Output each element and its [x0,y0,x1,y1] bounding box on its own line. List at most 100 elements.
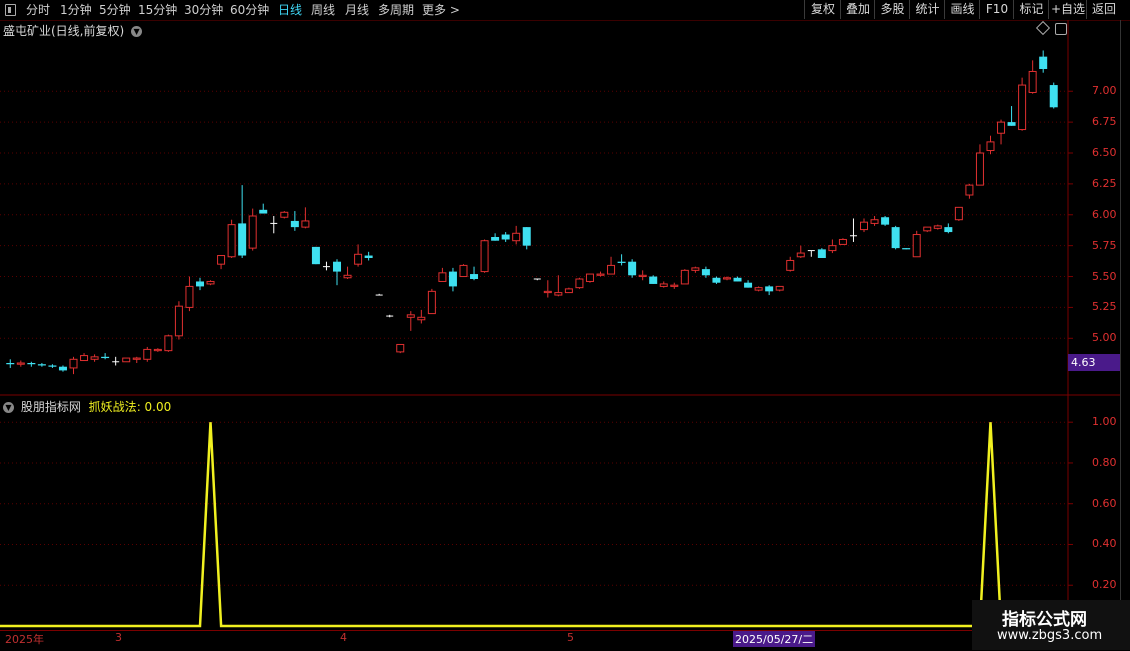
candle [417,309,426,324]
chart-title: 盛屯矿业(日线,前复权) ▼ [3,22,143,39]
candle [744,280,753,288]
candle-body-up [954,206,963,221]
price-tick-label: 6.00 [1092,207,1117,221]
candle [185,276,194,312]
back-button[interactable]: 返回 [1086,0,1121,19]
candle [90,354,99,362]
candle [733,276,742,282]
indicator-title: ▼ 股朋指标网 抓妖战法: 0.00 [3,398,171,415]
candle [164,334,173,352]
window-toggle-icon[interactable] [1055,23,1067,35]
panel-toggle-icon[interactable] [5,4,16,16]
stats-button[interactable]: 统计 [909,0,945,19]
indicator-collapse-icon[interactable]: ▼ [3,402,14,413]
tab-monthly[interactable]: 月线 [345,1,369,19]
current-price-badge: 4.63 [1068,354,1120,371]
candle [522,227,531,250]
date-label-april: 4 [340,631,347,644]
price-tick-label: 5.50 [1092,269,1117,283]
candle [965,183,974,199]
tab-60min[interactable]: 60分钟 [230,1,269,19]
tab-5min[interactable]: 5分钟 [99,1,131,19]
tab-1min[interactable]: 1分钟 [60,1,92,19]
candle [881,216,890,226]
candle-body-up [870,219,879,224]
candle-body-up [997,121,1006,134]
candle-body-down [491,237,500,241]
candle [564,287,573,294]
mark-button[interactable]: 标记 [1013,0,1049,19]
candle [6,359,15,368]
candle-body-up [1018,84,1027,131]
indicator-tick-label: 0.20 [1092,578,1117,592]
draw-line-button[interactable]: 画线 [944,0,980,19]
candle-body-up [680,269,689,285]
add-watchlist-button[interactable]: +自选 [1048,0,1087,19]
tab-multi-period[interactable]: 多周期 [378,1,414,19]
candle [101,353,110,360]
cursor-date-badge: 2025/05/27/二 [733,631,816,647]
f10-button[interactable]: F10 [979,0,1014,19]
candle-body-down [27,363,36,365]
price-tick-label: 5.00 [1092,331,1117,345]
candle-body-up [354,253,363,265]
candle-body-up [754,287,763,291]
candle-body-down [1007,122,1016,126]
candle [427,288,436,315]
candle-body-down [522,227,531,246]
indicator-separator: : [136,400,145,414]
candle-body-down [470,274,479,279]
candle [796,245,805,258]
candle [828,239,837,254]
overlay-button[interactable]: 叠加 [840,0,875,19]
candle [69,356,78,375]
candle-body-up [143,348,152,360]
candle [217,255,226,270]
candle [174,301,183,340]
candle [1028,60,1037,94]
candle-body-down [333,261,342,272]
date-label-year: 2025年 [5,633,44,646]
candle [112,356,120,366]
candle [132,356,141,363]
candle-body-down [195,281,204,287]
candle-body-up [248,215,257,249]
candle [354,244,363,267]
tab-30min[interactable]: 30分钟 [184,1,223,19]
candle [270,216,278,234]
tab-15min[interactable]: 15分钟 [138,1,177,19]
tab-fenshi[interactable]: 分时 [26,1,50,19]
candle [438,267,447,282]
candle [891,225,900,250]
fuquan-button[interactable]: 复权 [804,0,841,19]
tab-weekly[interactable]: 周线 [311,1,335,19]
candle-body-down [37,364,46,366]
tab-more[interactable]: 更多 > [422,1,460,19]
candlestick-chart[interactable] [0,20,1120,396]
candle-body-down [58,366,67,371]
candle-body-up [775,285,784,291]
indicator-chart[interactable] [0,396,1120,630]
title-dropdown-icon[interactable]: ▼ [131,26,143,37]
stock-title: 盛屯矿业(日线,前复权) [3,24,125,38]
candle [280,211,289,219]
candle-body-down [238,223,247,256]
candle [396,343,405,354]
date-label-may: 5 [567,631,574,644]
multi-stock-button[interactable]: 多股 [874,0,910,19]
tab-daily[interactable]: 日线 [278,1,302,19]
candle [259,203,268,214]
candle [343,266,352,279]
candle [491,233,500,241]
candle-body-down [712,277,721,283]
period-toolbar: 分时 1分钟 5分钟 15分钟 30分钟 60分钟 日线 周线 月线 多周期 更… [0,0,1130,21]
price-tick-label: 6.25 [1092,176,1117,190]
candle [501,232,510,242]
indicator-tick-label: 0.40 [1092,537,1117,551]
candle-body-up [786,259,795,271]
candle-body-down [891,227,900,249]
watermark: 指标公式网 www.zbgs3.com [972,600,1130,650]
price-tick-label: 7.00 [1092,84,1117,98]
candle [364,251,373,261]
price-tick-label: 6.75 [1092,115,1117,129]
